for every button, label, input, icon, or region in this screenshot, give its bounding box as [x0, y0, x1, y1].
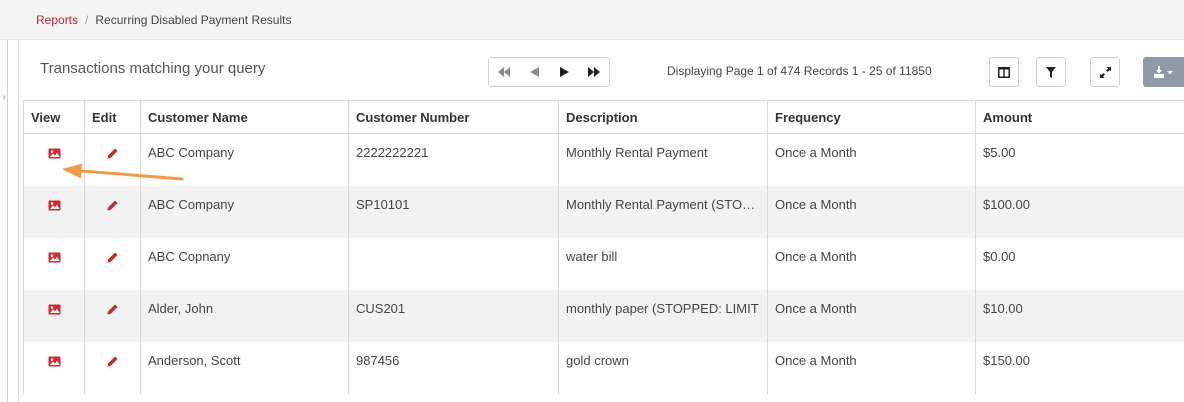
results-table: View Edit Customer Name Customer Number … [23, 100, 1184, 394]
panel-title: Transactions matching your query [40, 60, 266, 77]
pencil-icon[interactable] [107, 356, 118, 367]
customer-number-cell: SP10101 [348, 185, 559, 238]
view-cell [23, 341, 85, 394]
edit-cell [84, 237, 141, 290]
table-header-row: View Edit Customer Name Customer Number … [23, 100, 1184, 134]
columns-icon [998, 66, 1010, 78]
column-header-customer-name[interactable]: Customer Name [140, 100, 349, 134]
customer-number-cell: CUS201 [348, 289, 559, 342]
column-header-frequency[interactable]: Frequency [767, 100, 976, 134]
view-cell [23, 185, 85, 238]
view-cell [23, 289, 85, 342]
edit-cell [84, 289, 141, 342]
breadcrumb: Reports / Recurring Disabled Payment Resul… [36, 13, 291, 27]
chevron-left-icon [529, 67, 539, 77]
customer-number-cell: 2222222221 [348, 133, 559, 186]
expand-button[interactable] [1090, 57, 1120, 87]
pencil-icon[interactable] [107, 252, 118, 263]
amount-cell: $100.00 [975, 185, 1184, 238]
edit-cell [84, 185, 141, 238]
description-cell: water bill [558, 237, 768, 290]
table-row: Anderson, Scott 987456 gold crown Once a… [23, 341, 1184, 394]
panel-header: Transactions matching your query Display… [19, 40, 1184, 100]
first-page-button[interactable] [489, 58, 519, 86]
amount-cell: $150.00 [975, 341, 1184, 394]
table-row: ABC Company SP10101 Monthly Rental Payme… [23, 185, 1184, 238]
breadcrumb-separator: / [85, 13, 89, 27]
customer-name-cell: ABC Copnany [140, 237, 349, 290]
double-chevron-left-icon [498, 67, 510, 77]
customer-number-cell: 987456 [348, 341, 559, 394]
expand-icon [1099, 66, 1111, 78]
breadcrumb-current: Recurring Disabled Payment Results [95, 13, 292, 27]
filter-icon [1046, 66, 1056, 78]
pencil-icon[interactable] [107, 200, 118, 211]
table-row: ABC Copnany water bill Once a Month $0.0… [23, 237, 1184, 290]
customer-number-cell [348, 237, 559, 290]
description-cell: Monthly Rental Payment [558, 133, 768, 186]
frequency-cell: Once a Month [767, 237, 976, 290]
rail-expand-chevron-icon[interactable]: › [0, 91, 8, 105]
amount-cell: $5.00 [975, 133, 1184, 186]
customer-name-cell: Anderson, Scott [140, 341, 349, 394]
edit-cell [84, 341, 141, 394]
breadcrumb-bar: Reports / Recurring Disabled Payment Resul… [0, 0, 1184, 40]
description-cell: monthly paper (STOPPED: LIMIT [558, 289, 768, 342]
pencil-icon[interactable] [107, 148, 118, 159]
export-button[interactable] [1143, 57, 1184, 87]
chevron-right-icon [559, 67, 569, 77]
image-icon[interactable] [48, 252, 61, 263]
amount-cell: $10.00 [975, 289, 1184, 342]
breadcrumb-link-reports[interactable]: Reports [36, 13, 78, 27]
frequency-cell: Once a Month [767, 289, 976, 342]
results-panel: Transactions matching your query Display… [18, 40, 1184, 402]
columns-button[interactable] [989, 57, 1019, 87]
image-icon[interactable] [48, 200, 61, 211]
next-page-button[interactable] [549, 58, 579, 86]
customer-name-cell: ABC Company [140, 185, 349, 238]
results-table-wrapper: View Edit Customer Name Customer Number … [23, 100, 1184, 402]
column-header-edit[interactable]: Edit [84, 100, 141, 134]
pencil-icon[interactable] [107, 304, 118, 315]
left-rail: › [0, 40, 8, 402]
column-header-amount[interactable]: Amount [975, 100, 1184, 134]
image-icon[interactable] [48, 148, 61, 159]
table-row: ABC Company 2222222221 Monthly Rental Pa… [23, 133, 1184, 186]
column-header-customer-number[interactable]: Customer Number [348, 100, 559, 134]
frequency-cell: Once a Month [767, 341, 976, 394]
image-icon[interactable] [48, 356, 61, 367]
description-cell: gold crown [558, 341, 768, 394]
customer-name-cell: ABC Company [140, 133, 349, 186]
last-page-button[interactable] [579, 58, 609, 86]
pagination-controls [488, 57, 610, 87]
image-icon[interactable] [48, 304, 61, 315]
customer-name-cell: Alder, John [140, 289, 349, 342]
frequency-cell: Once a Month [767, 185, 976, 238]
view-cell [23, 237, 85, 290]
edit-cell [84, 133, 141, 186]
column-header-view[interactable]: View [23, 100, 85, 134]
table-row: Alder, John CUS201 monthly paper (STOPPE… [23, 289, 1184, 342]
description-cell: Monthly Rental Payment (STOPPED [558, 185, 768, 238]
view-cell [23, 133, 85, 186]
column-header-description[interactable]: Description [558, 100, 768, 134]
previous-page-button[interactable] [519, 58, 549, 86]
amount-cell: $0.00 [975, 237, 1184, 290]
filter-button[interactable] [1036, 57, 1066, 87]
frequency-cell: Once a Month [767, 133, 976, 186]
paging-status: Displaying Page 1 of 474 Records 1 - 25 … [667, 64, 932, 78]
double-chevron-right-icon [588, 67, 600, 77]
download-icon [1154, 66, 1173, 78]
